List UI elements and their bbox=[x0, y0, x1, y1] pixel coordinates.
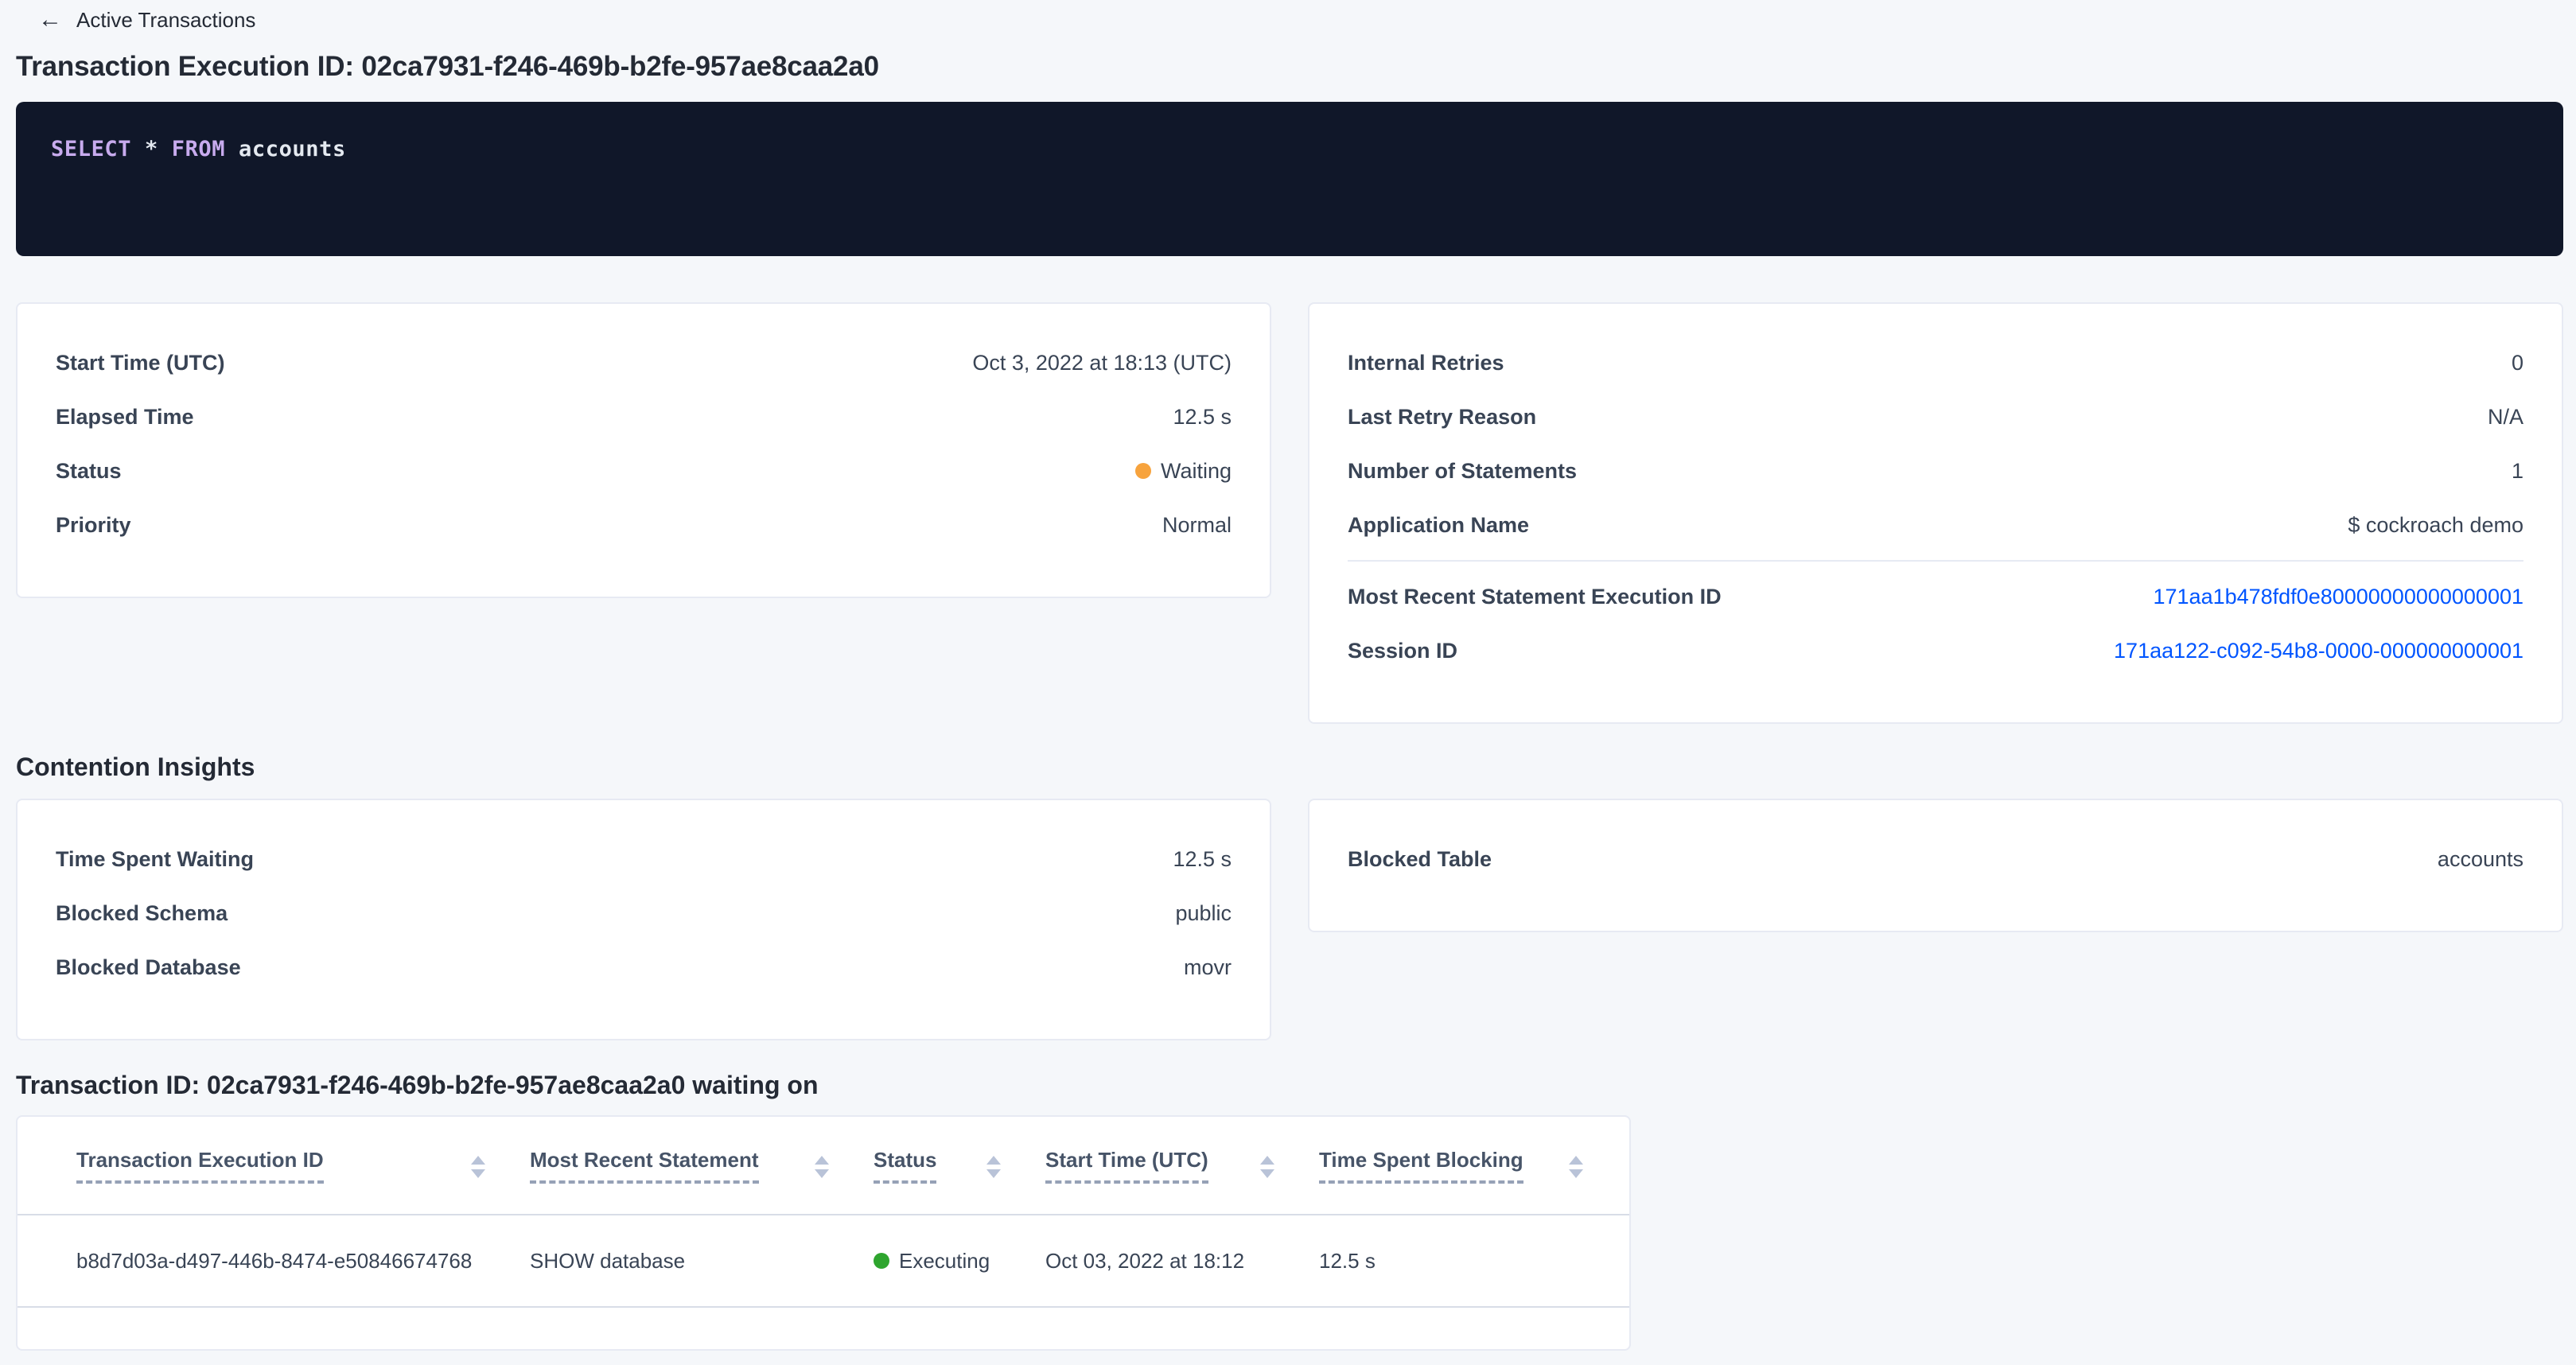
row-value: 12.5 s bbox=[1173, 847, 1232, 872]
row-label: Application Name bbox=[1348, 513, 1529, 538]
row-value: 0 bbox=[2512, 351, 2523, 375]
column-header-most-recent-statement[interactable]: Most Recent Statement bbox=[530, 1148, 874, 1184]
summary-row-application-name: Application Name $ cockroach demo bbox=[1348, 498, 2523, 552]
contention-row-blocked-table: Blocked Table accounts bbox=[1348, 832, 2523, 886]
contention-insights-heading: Contention Insights bbox=[16, 752, 2563, 781]
sql-keyword-select: SELECT bbox=[51, 137, 131, 161]
status-badge: Waiting bbox=[1135, 459, 1232, 484]
row-value: Normal bbox=[1162, 513, 1232, 538]
row-label: Start Time (UTC) bbox=[56, 351, 225, 375]
contention-row-time-spent-waiting: Time Spent Waiting 12.5 s bbox=[56, 832, 1232, 886]
cell-time-spent-blocking: 12.5 s bbox=[1319, 1249, 1628, 1274]
column-header-transaction-execution-id[interactable]: Transaction Execution ID bbox=[76, 1148, 530, 1184]
back-to-active-transactions-link[interactable]: ← Active Transactions bbox=[38, 8, 255, 33]
sql-table-name: accounts bbox=[239, 137, 346, 161]
cell-start-time: Oct 03, 2022 at 18:12 bbox=[1045, 1249, 1319, 1274]
sort-arrows-icon bbox=[471, 1156, 485, 1178]
row-label: Blocked Database bbox=[56, 955, 241, 980]
contention-row-blocked-database: Blocked Database movr bbox=[56, 940, 1232, 994]
waiting-on-heading: Transaction ID: 02ca7931-f246-469b-b2fe-… bbox=[16, 1071, 2563, 1099]
table-header-row: Transaction Execution ID Most Recent Sta… bbox=[18, 1117, 1629, 1215]
column-header-start-time[interactable]: Start Time (UTC) bbox=[1045, 1148, 1319, 1184]
sort-arrows-icon bbox=[815, 1156, 829, 1178]
back-arrow-icon: ← bbox=[38, 8, 62, 32]
sql-star: * bbox=[145, 137, 158, 161]
statement-details-card: Internal Retries 0 Last Retry Reason N/A… bbox=[1308, 302, 2563, 724]
sort-arrows-icon bbox=[1569, 1156, 1583, 1178]
row-value: 1 bbox=[2512, 459, 2523, 484]
contention-cards-row: Time Spent Waiting 12.5 s Blocked Schema… bbox=[16, 799, 2563, 1040]
summary-row-statement-execution-id: Most Recent Statement Execution ID 171aa… bbox=[1348, 570, 2523, 624]
summary-row-number-of-statements: Number of Statements 1 bbox=[1348, 444, 2523, 498]
statement-execution-id-link[interactable]: 171aa1b478fdf0e80000000000000001 bbox=[2154, 585, 2524, 609]
row-value: movr bbox=[1184, 955, 1232, 980]
sql-keyword-from: FROM bbox=[172, 137, 225, 161]
column-header-time-spent-blocking[interactable]: Time Spent Blocking bbox=[1319, 1148, 1628, 1184]
row-label: Time Spent Waiting bbox=[56, 847, 254, 872]
waiting-on-table: Transaction Execution ID Most Recent Sta… bbox=[16, 1115, 1631, 1351]
contention-row-blocked-schema: Blocked Schema public bbox=[56, 886, 1232, 940]
table-row: b8d7d03a-d497-446b-8474-e50846674768 SHO… bbox=[18, 1215, 1629, 1308]
status-executing-dot-icon bbox=[874, 1253, 889, 1269]
row-label: Elapsed Time bbox=[56, 405, 194, 430]
summary-row-session-id: Session ID 171aa122-c092-54b8-0000-00000… bbox=[1348, 624, 2523, 678]
row-label: Internal Retries bbox=[1348, 351, 1504, 375]
row-label: Blocked Schema bbox=[56, 901, 228, 926]
column-header-label: Most Recent Statement bbox=[530, 1148, 759, 1184]
summary-cards-row: Start Time (UTC) Oct 3, 2022 at 18:13 (U… bbox=[16, 302, 2563, 724]
content-container: ← Active Transactions Transaction Execut… bbox=[0, 0, 2576, 1351]
blocked-table-card: Blocked Table accounts bbox=[1308, 799, 2563, 932]
contention-details-card: Time Spent Waiting 12.5 s Blocked Schema… bbox=[16, 799, 1271, 1040]
row-value: public bbox=[1175, 901, 1232, 926]
row-value: Oct 3, 2022 at 18:13 (UTC) bbox=[972, 351, 1232, 375]
column-header-label: Time Spent Blocking bbox=[1319, 1148, 1523, 1184]
column-header-label: Transaction Execution ID bbox=[76, 1148, 324, 1184]
cell-transaction-execution-id: b8d7d03a-d497-446b-8474-e50846674768 bbox=[76, 1249, 530, 1274]
row-label: Session ID bbox=[1348, 639, 1457, 663]
back-link-label: Active Transactions bbox=[76, 8, 255, 33]
page: ← Active Transactions Transaction Execut… bbox=[0, 0, 2576, 1365]
column-header-status[interactable]: Status bbox=[874, 1148, 1045, 1184]
status-label: Executing bbox=[899, 1249, 990, 1274]
row-value: $ cockroach demo bbox=[2348, 513, 2523, 538]
status-waiting-dot-icon bbox=[1135, 463, 1151, 479]
sort-arrows-icon bbox=[986, 1156, 1001, 1178]
row-value: N/A bbox=[2488, 405, 2523, 430]
summary-row-priority: Priority Normal bbox=[56, 498, 1232, 552]
cell-status: Executing bbox=[874, 1249, 1045, 1274]
sql-statement-box: SELECT * FROM accounts bbox=[16, 102, 2563, 256]
card-divider bbox=[1348, 560, 2523, 562]
summary-row-start-time: Start Time (UTC) Oct 3, 2022 at 18:13 (U… bbox=[56, 336, 1232, 390]
summary-row-elapsed-time: Elapsed Time 12.5 s bbox=[56, 390, 1232, 444]
row-label: Blocked Table bbox=[1348, 847, 1492, 872]
row-value: accounts bbox=[2438, 847, 2523, 872]
row-value: 12.5 s bbox=[1173, 405, 1232, 430]
breadcrumb: ← Active Transactions bbox=[38, 0, 2563, 29]
status-label: Waiting bbox=[1161, 459, 1232, 484]
summary-row-internal-retries: Internal Retries 0 bbox=[1348, 336, 2523, 390]
page-title: Transaction Execution ID: 02ca7931-f246-… bbox=[16, 49, 2563, 84]
row-label: Priority bbox=[56, 513, 131, 538]
summary-row-status: Status Waiting bbox=[56, 444, 1232, 498]
summary-row-last-retry-reason: Last Retry Reason N/A bbox=[1348, 390, 2523, 444]
row-label: Most Recent Statement Execution ID bbox=[1348, 585, 1722, 609]
row-label: Last Retry Reason bbox=[1348, 405, 1536, 430]
sort-arrows-icon bbox=[1260, 1156, 1274, 1178]
cell-most-recent-statement: SHOW database bbox=[530, 1249, 874, 1274]
row-label: Status bbox=[56, 459, 122, 484]
row-label: Number of Statements bbox=[1348, 459, 1577, 484]
session-id-link[interactable]: 171aa122-c092-54b8-0000-000000000001 bbox=[2114, 639, 2523, 663]
column-header-label: Status bbox=[874, 1148, 936, 1184]
column-header-label: Start Time (UTC) bbox=[1045, 1148, 1208, 1184]
transaction-summary-card: Start Time (UTC) Oct 3, 2022 at 18:13 (U… bbox=[16, 302, 1271, 598]
